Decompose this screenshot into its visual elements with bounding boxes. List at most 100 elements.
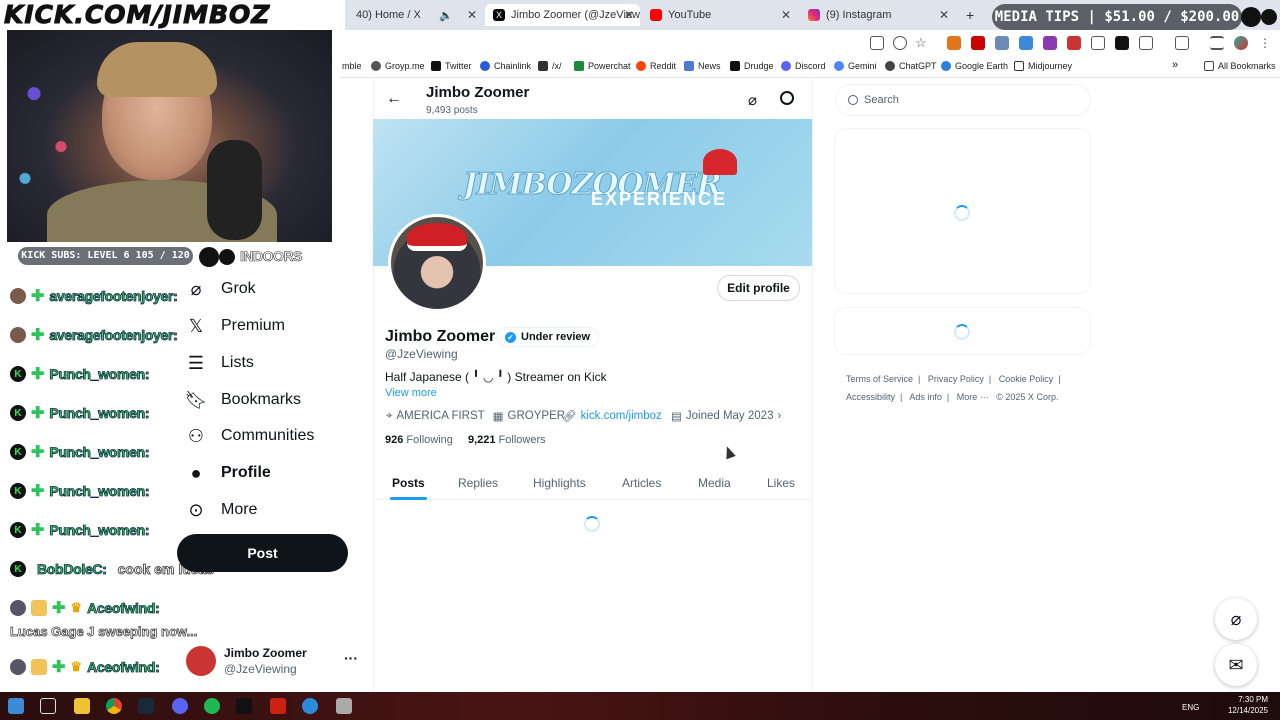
tab-articles[interactable]: Articles (622, 466, 661, 500)
chevron-right-icon[interactable]: › (777, 410, 781, 422)
profile-avatar-icon[interactable] (1234, 36, 1248, 50)
nav-profile[interactable]: ● Profile (185, 458, 271, 488)
back-arrow-icon[interactable]: ← (386, 90, 402, 108)
more-options-icon[interactable]: ··· (344, 650, 358, 666)
close-icon[interactable]: ✕ (781, 8, 791, 22)
search-icon (848, 95, 858, 105)
post-button[interactable]: Post (177, 534, 348, 572)
bookmark[interactable]: Reddit (636, 61, 676, 71)
all-bookmarks[interactable]: All Bookmarks (1204, 61, 1276, 71)
nav-premium[interactable]: 𝕏 Premium (185, 311, 285, 341)
terminal-icon[interactable] (236, 698, 252, 714)
badge-icon (31, 659, 47, 675)
bookmark[interactable]: Gemini (834, 61, 877, 71)
nav-more[interactable]: ⊙ More (185, 495, 257, 525)
extension-icon[interactable] (1019, 36, 1033, 50)
bookmark[interactable]: Drudge (730, 61, 774, 71)
system-clock[interactable]: 7:30 PM 12/14/2025 (1228, 694, 1268, 716)
following-link[interactable]: 926 Following (385, 434, 453, 446)
bookmark[interactable]: Midjourney (1014, 61, 1072, 71)
bookmarks-overflow-icon[interactable]: » (1172, 59, 1178, 71)
chrome-icon[interactable] (106, 698, 122, 714)
bookmark[interactable]: /x/ (538, 61, 562, 71)
extension-icon[interactable] (995, 36, 1009, 50)
account-switcher[interactable]: Jimbo Zoomer @JzeViewing ··· (186, 644, 361, 680)
search-input[interactable]: Search (835, 84, 1091, 116)
footer-link[interactable]: Terms of Service (846, 374, 913, 384)
spotify-icon[interactable] (204, 698, 220, 714)
close-icon[interactable]: ✕ (624, 8, 634, 22)
tab-media[interactable]: Media (698, 466, 731, 500)
new-tab-button[interactable]: + (958, 4, 982, 26)
tab-jimbo-zoomer[interactable]: X Jimbo Zoomer (@JzeViewing) / ✕ (485, 4, 640, 26)
menu-icon[interactable] (1210, 36, 1224, 50)
bookmark[interactable]: News (684, 61, 721, 71)
view-more-link[interactable]: View more (385, 387, 437, 399)
file-explorer-icon[interactable] (74, 698, 90, 714)
post-count: 9,493 posts (426, 105, 478, 116)
windows-start-icon[interactable] (8, 698, 24, 714)
metamask-icon[interactable] (947, 36, 961, 50)
extension-icon[interactable] (1067, 36, 1081, 50)
footer-link[interactable]: Ads info (909, 392, 942, 402)
tab-home-x[interactable]: 40) Home / X 🔈 ✕ (348, 4, 483, 26)
grok-fab[interactable]: ⌀ (1215, 598, 1257, 640)
bookmark[interactable]: Chainlink (480, 61, 531, 71)
extension-icon[interactable] (1043, 36, 1057, 50)
language-indicator[interactable]: ENG (1182, 703, 1199, 712)
app-icon[interactable] (302, 698, 318, 714)
install-icon[interactable] (870, 36, 884, 50)
profile-link[interactable]: 🔗︎ kick.com/jimboz (562, 409, 662, 423)
bookmark[interactable]: Groyp.me (371, 61, 425, 71)
tab-highlights[interactable]: Highlights (533, 466, 586, 500)
followers-link[interactable]: 9,221 Followers (468, 434, 546, 446)
bookmark[interactable]: ChatGPT (885, 61, 937, 71)
footer-link[interactable]: Cookie Policy (999, 374, 1054, 384)
tab-replies[interactable]: Replies (458, 466, 498, 500)
drudge-icon (730, 61, 740, 71)
bookmark[interactable]: Google Earth (941, 61, 1008, 71)
edit-profile-button[interactable]: Edit profile (717, 275, 800, 301)
messages-fab[interactable]: ✉ (1215, 644, 1257, 686)
bookmark[interactable]: Powerchat (574, 61, 631, 71)
close-icon[interactable]: ✕ (467, 8, 477, 22)
profile-avatar[interactable] (388, 214, 486, 312)
tab-posts[interactable]: Posts (390, 466, 427, 500)
nav-lists[interactable]: ☰ Lists (185, 348, 254, 378)
ublock-icon[interactable] (971, 36, 985, 50)
star-icon[interactable]: ☆ (915, 36, 929, 50)
app-icon[interactable] (270, 698, 286, 714)
tab-youtube[interactable]: YouTube ✕ (642, 4, 797, 26)
midjourney-icon (1014, 61, 1024, 71)
nav-bookmarks[interactable]: 🔖︎ Bookmarks (185, 385, 301, 415)
app-icon[interactable] (336, 698, 352, 714)
sidebar-icon[interactable] (1175, 36, 1189, 50)
x-extension-icon[interactable] (1115, 36, 1129, 50)
puzzle-icon[interactable] (1139, 36, 1153, 50)
nav-grok[interactable]: ⌀ Grok (185, 274, 256, 304)
sub-badge-icon: ✚ (31, 483, 45, 500)
discord-icon[interactable] (172, 698, 188, 714)
kebab-menu-icon[interactable]: ⋮ (1258, 36, 1272, 50)
close-icon[interactable]: ✕ (939, 8, 949, 22)
extension-icon[interactable] (1091, 36, 1105, 50)
bookmark-icon: 🔖︎ (184, 389, 208, 410)
grok-icon[interactable]: ⌀ (748, 91, 757, 109)
tab-instagram[interactable]: (9) Instagram ✕ (800, 4, 955, 26)
task-view-icon[interactable] (40, 698, 56, 714)
nav-communities[interactable]: ⚇ Communities (185, 421, 314, 451)
search-icon[interactable] (780, 91, 794, 105)
bookmark[interactable]: Discord (781, 61, 826, 71)
verification-badge[interactable]: ✓ Under review (496, 327, 600, 347)
bookmark[interactable]: Twitter (431, 61, 472, 71)
footer-link[interactable]: More ··· (957, 392, 989, 402)
steam-icon[interactable] (138, 698, 154, 714)
chat-message-text: Lucas Gage J sweeping now... (10, 624, 198, 640)
footer-link[interactable]: Accessibility (846, 392, 895, 402)
tab-likes[interactable]: Likes (767, 466, 795, 500)
bookmark[interactable]: mble (342, 61, 362, 71)
kick-icon: K (10, 405, 26, 421)
zoom-icon[interactable] (893, 36, 907, 50)
footer-link[interactable]: Privacy Policy (928, 374, 984, 384)
powerchat-icon (574, 61, 584, 71)
